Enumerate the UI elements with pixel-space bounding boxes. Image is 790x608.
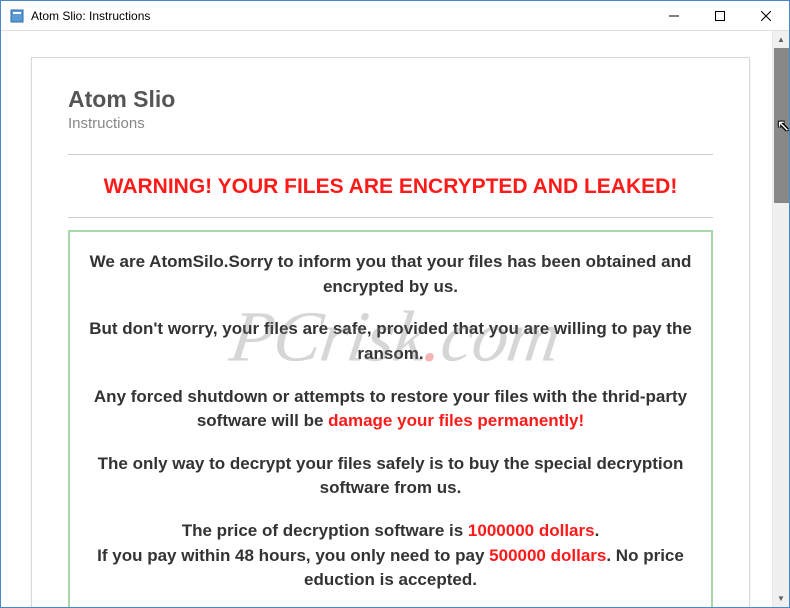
message-paragraph: But don't worry, your files are safe, pr… [88, 317, 693, 366]
text: The price of decryption software is [182, 521, 468, 540]
window-title: Atom Slio: Instructions [31, 9, 651, 23]
price-text: 1000000 dollars [468, 521, 595, 540]
brand-subtitle: Instructions [68, 115, 713, 132]
scroll-up-button[interactable]: ▲ [773, 31, 789, 48]
danger-text: damage your files permanently! [328, 411, 584, 430]
vertical-scrollbar[interactable]: ▲ ▼ [772, 31, 789, 607]
message-paragraph: We are AtomSilo.Sorry to inform you that… [88, 250, 693, 299]
brand-title: Atom Slio [68, 86, 713, 113]
instructions-card: Atom Slio Instructions WARNING! YOUR FIL… [31, 57, 750, 607]
content-wrap: Atom Slio Instructions WARNING! YOUR FIL… [1, 31, 789, 607]
text: If you pay within 48 hours, you only nee… [97, 546, 489, 565]
app-icon [9, 8, 25, 24]
maximize-button[interactable] [697, 1, 743, 30]
price-text: 500000 dollars [489, 546, 606, 565]
message-paragraph: The price of decryption software is 1000… [88, 519, 693, 593]
message-paragraph: Any forced shutdown or attempts to resto… [88, 385, 693, 434]
scroll-down-button[interactable]: ▼ [773, 590, 789, 607]
divider [68, 154, 713, 155]
divider [68, 217, 713, 218]
message-paragraph: The only way to decrypt your files safel… [88, 452, 693, 501]
window-controls [651, 1, 789, 30]
minimize-button[interactable] [651, 1, 697, 30]
warning-heading: WARNING! YOUR FILES ARE ENCRYPTED AND LE… [68, 175, 713, 199]
app-window: Atom Slio: Instructions Atom Slio Instru… [0, 0, 790, 608]
scroll-viewport[interactable]: Atom Slio Instructions WARNING! YOUR FIL… [1, 31, 772, 607]
close-button[interactable] [743, 1, 789, 30]
titlebar[interactable]: Atom Slio: Instructions [1, 1, 789, 31]
message-box: We are AtomSilo.Sorry to inform you that… [68, 230, 713, 607]
scroll-thumb[interactable] [774, 48, 789, 203]
text: . [595, 521, 600, 540]
